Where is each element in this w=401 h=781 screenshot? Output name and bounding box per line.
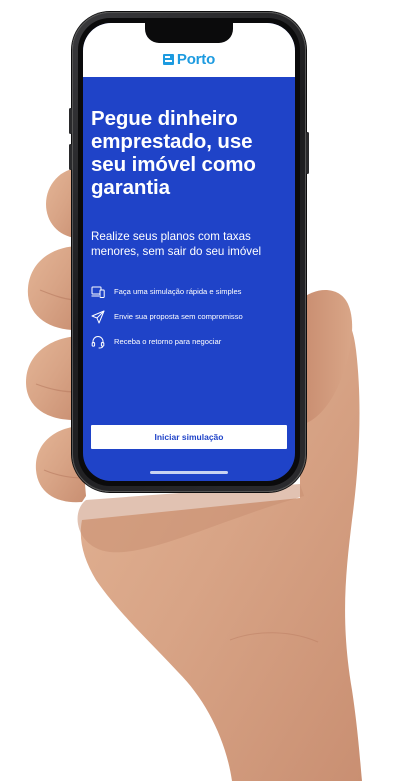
volume-down-button: [69, 144, 72, 170]
brand-name: Porto: [176, 51, 216, 68]
hero-subtitle: Realize seus planos com taxas menores, s…: [91, 230, 262, 258]
volume-up-button: [69, 108, 72, 134]
brand-logo[interactable]: Porto: [83, 51, 295, 68]
feature-item: Envie sua proposta sem compromisso: [91, 304, 285, 329]
porto-logo-icon: [162, 54, 174, 65]
feature-item: Receba o retorno para negociar: [91, 329, 285, 354]
phone-bezel: Porto Pegue dinheiro emprestado, use seu…: [78, 18, 300, 486]
home-indicator: [150, 471, 228, 474]
paper-plane-icon: [91, 310, 105, 323]
feature-list: Faça uma simulação rápida e simples Envi…: [91, 279, 285, 354]
headset-icon: [91, 335, 105, 348]
feature-label: Envie sua proposta sem compromisso: [114, 312, 243, 321]
product-mockup: Porto Pegue dinheiro emprestado, use seu…: [0, 0, 401, 781]
start-simulation-button[interactable]: Iniciar simulação: [91, 425, 287, 449]
feature-item: Faça uma simulação rápida e simples: [91, 279, 285, 304]
power-button: [306, 132, 309, 174]
phone-screen: Porto Pegue dinheiro emprestado, use seu…: [83, 23, 295, 481]
feature-label: Faça uma simulação rápida e simples: [114, 287, 242, 296]
phone-notch: [145, 23, 233, 43]
feature-label: Receba o retorno para negociar: [114, 337, 222, 346]
phone-frame: Porto Pegue dinheiro emprestado, use seu…: [69, 12, 309, 492]
laptop-phone-icon: [91, 286, 105, 298]
hero-section: Pegue dinheiro emprestado, use seu imóve…: [91, 107, 285, 354]
hero-title: Pegue dinheiro emprestado, use seu imóve…: [91, 107, 256, 199]
